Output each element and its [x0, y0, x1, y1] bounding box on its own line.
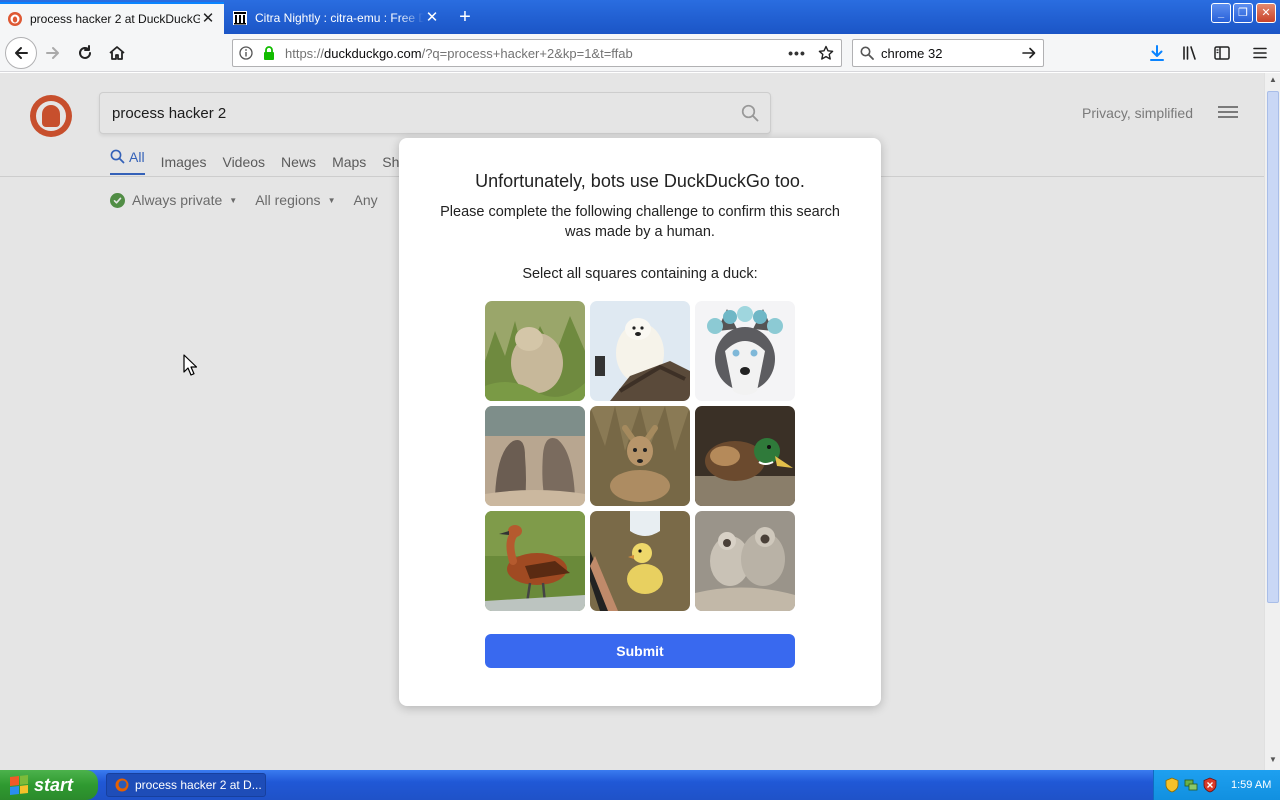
sidebar-icon — [1214, 46, 1230, 60]
window-close-button[interactable]: ✕ — [1256, 3, 1276, 23]
tile-husky[interactable] — [695, 301, 795, 401]
tile-mallard-duck[interactable] — [695, 406, 795, 506]
duckduckgo-favicon-icon — [8, 12, 22, 26]
network-icon[interactable] — [1183, 777, 1199, 793]
url-path: /?q=process+hacker+2&kp=1&t=ffab — [421, 45, 633, 61]
windows-flag-icon — [10, 775, 28, 795]
download-arrow-icon — [1150, 45, 1164, 61]
sidebar-toggle-button[interactable] — [1208, 39, 1236, 67]
downloads-button[interactable] — [1143, 39, 1171, 67]
tile-whistling-duck[interactable] — [485, 511, 585, 611]
search-go-icon[interactable] — [1015, 45, 1043, 61]
site-info-icon[interactable] — [233, 46, 259, 60]
system-clock[interactable]: 1:59 AM — [1231, 779, 1271, 791]
search-icon — [853, 46, 881, 60]
tab-citra[interactable]: Citra Nightly : citra-emu : Free Do ✕ — [225, 2, 448, 34]
forward-button[interactable] — [39, 39, 67, 67]
firefox-icon — [115, 778, 129, 792]
page-content: process hacker 2 Privacy, simplified All… — [0, 73, 1264, 770]
bookmark-star-icon[interactable] — [811, 45, 841, 61]
window-minimize-button[interactable]: _ — [1211, 3, 1231, 23]
window-maximize-button[interactable]: ❐ — [1233, 3, 1253, 23]
hamburger-icon — [1253, 47, 1267, 59]
arrow-right-icon — [46, 47, 59, 59]
tile-deer[interactable] — [590, 406, 690, 506]
search-bar[interactable]: chrome 32 — [852, 39, 1044, 67]
scrollbar-thumb[interactable] — [1267, 91, 1279, 603]
reload-icon — [79, 45, 91, 59]
tab-title: Citra Nightly : citra-emu : Free Do — [255, 11, 424, 25]
taskbar: start process hacker 2 at D... 1:59 AM — [0, 770, 1280, 800]
tile-duckling[interactable] — [590, 511, 690, 611]
challenge-instruction: Select all squares containing a duck: — [522, 266, 758, 282]
lock-icon[interactable] — [259, 46, 279, 60]
mouse-cursor-icon — [183, 354, 197, 376]
start-label: start — [34, 774, 74, 795]
address-bar[interactable]: https://duckduckgo.com/?q=process+hacker… — [232, 39, 842, 67]
dialog-subtitle: Please complete the following challenge … — [440, 204, 840, 240]
new-tab-button[interactable]: + — [454, 6, 476, 28]
tab-close-icon[interactable]: ✕ — [200, 11, 216, 27]
tab-title: process hacker 2 at DuckDuckGo — [30, 12, 200, 26]
tile-monkeys[interactable] — [695, 511, 795, 611]
security-alert-icon[interactable] — [1202, 777, 1218, 793]
library-button[interactable] — [1176, 39, 1204, 67]
security-shield-icon[interactable] — [1164, 777, 1180, 793]
url-domain: duckduckgo.com — [324, 45, 422, 61]
tile-polar-bear[interactable] — [590, 301, 690, 401]
archive-favicon-icon — [233, 11, 247, 25]
tile-sea-lions[interactable] — [485, 406, 585, 506]
arrow-left-icon — [15, 47, 28, 59]
reload-button[interactable] — [71, 39, 99, 67]
tab-close-icon[interactable]: ✕ — [424, 10, 440, 26]
image-grid — [485, 301, 795, 611]
tab-strip: process hacker 2 at DuckDuckGo ✕ Citra N… — [0, 0, 1280, 34]
submit-button[interactable]: Submit — [485, 634, 795, 668]
scroll-up-arrow-icon[interactable]: ▲ — [1267, 75, 1279, 87]
captcha-dialog: Unfortunately, bots use DuckDuckGo too. … — [399, 138, 881, 706]
url-prefix: https:// — [285, 45, 325, 61]
dialog-title: Unfortunately, bots use DuckDuckGo too. — [475, 171, 805, 191]
search-input[interactable]: chrome 32 — [881, 46, 1015, 61]
url-text: https://duckduckgo.com/?q=process+hacker… — [279, 46, 783, 61]
system-tray: 1:59 AM — [1153, 770, 1280, 800]
tab-duckduckgo[interactable]: process hacker 2 at DuckDuckGo ✕ — [0, 2, 224, 34]
open-menu-button[interactable] — [1246, 39, 1274, 67]
navigation-toolbar: https://duckduckgo.com/?q=process+hacker… — [0, 34, 1280, 72]
scroll-down-arrow-icon[interactable]: ▼ — [1267, 755, 1279, 767]
home-icon — [109, 46, 125, 60]
page-actions-button[interactable]: ••• — [783, 45, 811, 61]
back-button[interactable] — [5, 37, 37, 69]
home-button[interactable] — [103, 39, 131, 67]
tile-cougar[interactable] — [485, 301, 585, 401]
start-button[interactable]: start — [0, 770, 98, 800]
vertical-scrollbar[interactable]: ▲ ▼ — [1264, 73, 1280, 770]
library-icon — [1183, 46, 1196, 60]
taskbar-window-button[interactable]: process hacker 2 at D... — [106, 773, 266, 797]
taskbar-window-title: process hacker 2 at D... — [135, 778, 262, 792]
